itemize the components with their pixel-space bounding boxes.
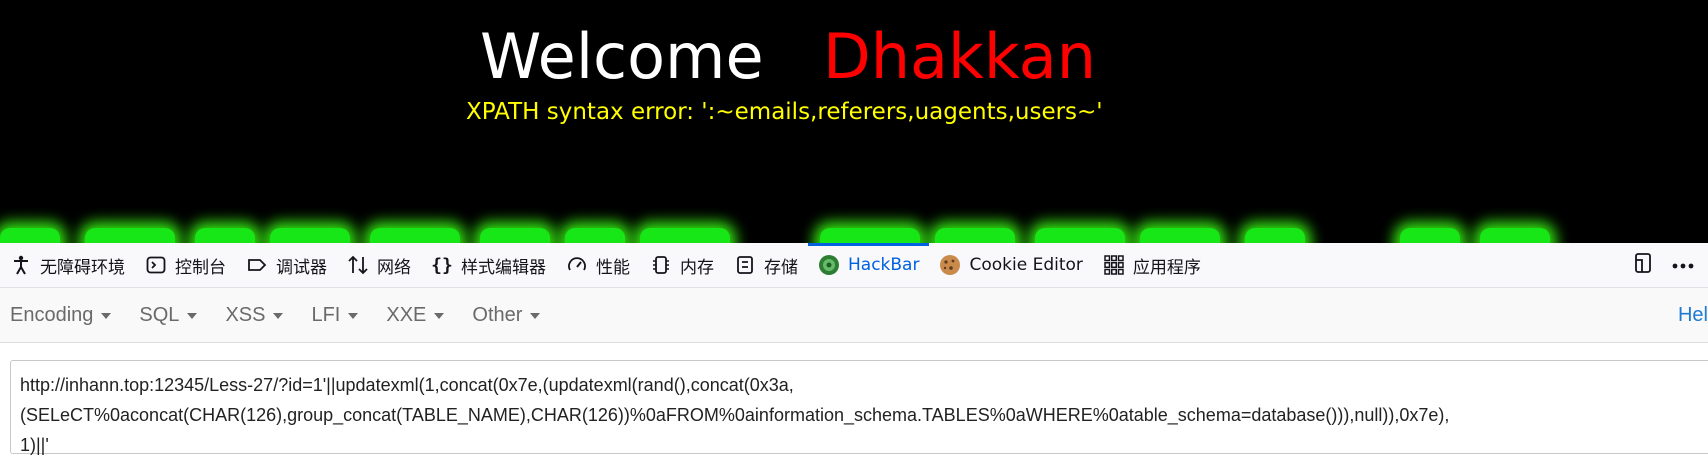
tab-label: 网络 xyxy=(377,257,411,278)
chevron-down-icon xyxy=(434,313,445,319)
tab-memory[interactable]: 内存 xyxy=(640,243,724,287)
application-icon xyxy=(1103,254,1125,276)
chevron-down-icon xyxy=(348,313,359,319)
menu-sql[interactable]: SQL xyxy=(129,304,207,327)
tab-network[interactable]: 网络 xyxy=(337,243,421,287)
tab-console[interactable]: 控制台 xyxy=(135,243,236,287)
tab-label: 无障碍环境 xyxy=(40,257,125,278)
url-line: http://inhann.top:12345/Less-27/?id=1'||… xyxy=(20,375,794,395)
debugger-icon xyxy=(246,254,268,276)
tab-hackbar[interactable]: HackBar xyxy=(808,243,930,287)
help-link[interactable]: Hel xyxy=(1678,288,1708,342)
network-icon xyxy=(347,254,369,276)
welcome-text: Welcome xyxy=(480,20,764,93)
chevron-down-icon xyxy=(101,313,112,319)
menu-encoding[interactable]: Encoding xyxy=(0,304,121,327)
tab-application[interactable]: 应用程序 xyxy=(1093,243,1211,287)
tab-label: 调试器 xyxy=(276,257,327,278)
tab-label: 应用程序 xyxy=(1132,257,1201,278)
hackbar-menu: Encoding SQL XSS LFI XXE Other Hel xyxy=(0,288,1708,343)
devtools-right-controls xyxy=(1632,243,1694,287)
devtools-toolbar: 无障碍环境 控制台 调试器 网络 {} 样式编辑器 性能 内存 存储 HackB… xyxy=(0,243,1708,288)
tab-debugger[interactable]: 调试器 xyxy=(236,243,337,287)
memory-icon xyxy=(650,254,672,276)
style-editor-icon: {} xyxy=(431,254,453,276)
hackbar-panel: Encoding SQL XSS LFI XXE Other Hel http:… xyxy=(0,288,1708,463)
menu-xxe[interactable]: XXE xyxy=(376,304,454,327)
tab-label: HackBar xyxy=(848,255,920,275)
console-icon xyxy=(145,254,167,276)
menu-other[interactable]: Other xyxy=(462,304,550,327)
storage-icon xyxy=(734,254,756,276)
chevron-down-icon xyxy=(530,313,541,319)
tab-performance[interactable]: 性能 xyxy=(556,243,640,287)
hackbar-icon xyxy=(818,254,840,276)
url-line: (SELeCT%0aconcat(CHAR(126),group_concat(… xyxy=(20,405,1450,425)
tab-label: 内存 xyxy=(680,257,714,278)
tab-label: 控制台 xyxy=(175,257,226,278)
url-text: http://inhann.top:12345/Less-27/?id=1'||… xyxy=(20,370,1700,460)
tab-cookie-editor[interactable]: Cookie Editor xyxy=(929,243,1092,287)
menu-lfi[interactable]: LFI xyxy=(301,304,368,327)
web-page: Welcome Dhakkan XPATH syntax error: ':~e… xyxy=(0,0,1708,243)
tab-storage[interactable]: 存储 xyxy=(724,243,808,287)
dock-side-icon[interactable] xyxy=(1632,252,1654,279)
accessibility-icon xyxy=(10,254,32,276)
username-text: Dhakkan xyxy=(823,20,1097,93)
chevron-down-icon xyxy=(187,313,198,319)
menu-xss[interactable]: XSS xyxy=(215,304,293,327)
url-line: 1)||' xyxy=(20,435,49,455)
tab-label: 存储 xyxy=(764,257,798,278)
cookie-icon xyxy=(939,254,961,276)
more-options-icon[interactable] xyxy=(1672,256,1694,274)
tab-label: Cookie Editor xyxy=(969,255,1083,275)
url-textarea[interactable]: http://inhann.top:12345/Less-27/?id=1'||… xyxy=(10,360,1708,455)
chevron-down-icon xyxy=(273,313,284,319)
xpath-error-message: XPATH syntax error: ':~emails,referers,u… xyxy=(466,99,1103,125)
tab-accessibility[interactable]: 无障碍环境 xyxy=(0,243,135,287)
tab-label: 性能 xyxy=(596,257,630,278)
performance-icon xyxy=(566,254,588,276)
green-glow-banner xyxy=(0,228,1600,243)
tab-label: 样式编辑器 xyxy=(461,257,546,278)
tab-style-editor[interactable]: {} 样式编辑器 xyxy=(421,243,556,287)
